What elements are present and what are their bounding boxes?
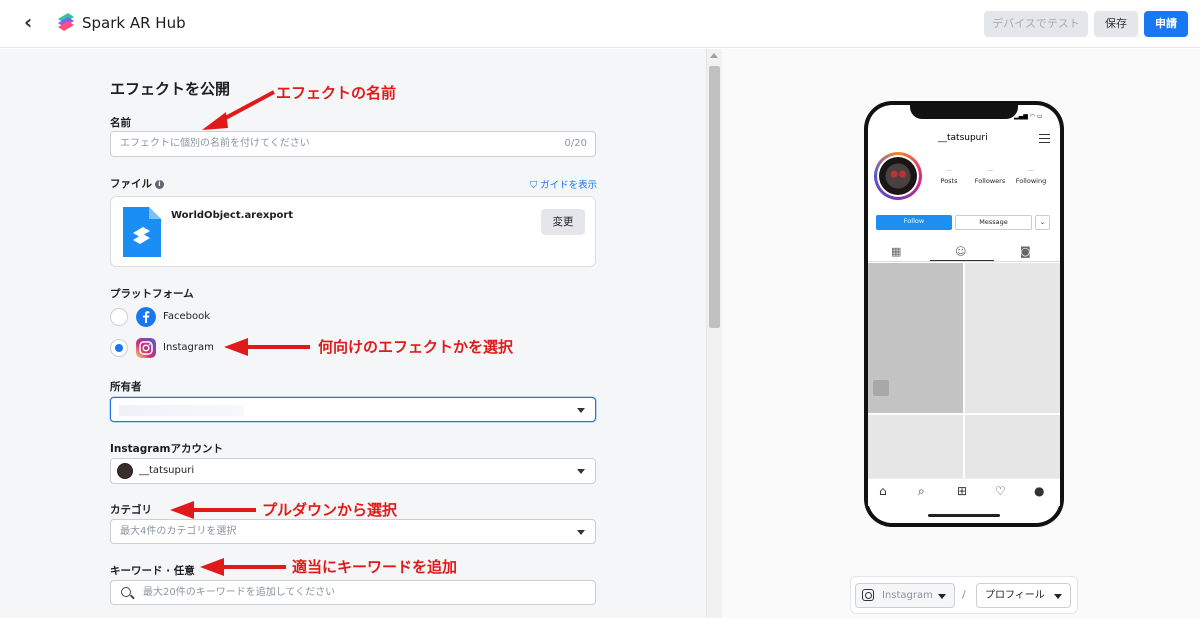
tagged-tab-icon: ◙ (1020, 245, 1031, 258)
grid-tab-icon: ▦ (891, 245, 902, 258)
instagram-option-label: Instagram (163, 342, 214, 353)
profile-avatar (879, 157, 917, 195)
phone-notch (910, 101, 1018, 119)
annotation-arrow-name (202, 90, 275, 130)
shield-check-icon: ⛉ (530, 180, 538, 191)
keywords-placeholder: 最大20件のキーワードを追加してください (143, 587, 336, 598)
annotation-keywords: 適当にキーワードを追加 (292, 558, 458, 576)
info-icon[interactable]: i (155, 180, 164, 189)
effect-name-placeholder: エフェクトに個別の名前を付けてください (120, 138, 310, 149)
message-button: Message (955, 215, 1032, 230)
file-label: ファイル i (110, 176, 164, 191)
profile-icon: ● (1034, 484, 1045, 498)
annotation-arrow-platform (224, 338, 310, 356)
facebook-option-label: Facebook (163, 311, 210, 322)
instagram-outline-icon (862, 589, 874, 601)
keywords-label: キーワード · 任意 (110, 565, 195, 577)
guide-link-text: ガイドを表示 (540, 180, 598, 191)
effects-tab-icon: ☺ (955, 245, 967, 258)
instagram-icon (136, 338, 156, 358)
form-scrollbar-thumb[interactable] (709, 66, 720, 328)
caret-down-icon (938, 594, 946, 599)
category-dropdown[interactable]: 最大4件のカテゴリを選択 (110, 519, 596, 544)
stat-following-label: Following (1015, 177, 1047, 185)
heart-icon: ♡ (995, 484, 1006, 498)
instagram-radio[interactable] (110, 339, 128, 357)
account-avatar (117, 463, 133, 479)
scroll-up-arrow-icon[interactable] (710, 53, 718, 58)
name-label: 名前 (110, 117, 131, 129)
facebook-icon (136, 307, 156, 327)
name-char-counter: 0/20 (564, 138, 587, 149)
instagram-account-value: __tatsupuri (139, 465, 195, 476)
caret-down-icon (577, 469, 585, 474)
stat-followers-label: Followers (974, 177, 1006, 185)
file-name: WorldObject.arexport (171, 210, 294, 221)
effect-name-input[interactable]: エフェクトに個別の名前を付けてください 0/20 (110, 131, 596, 157)
annotation-category: プルダウンから選択 (262, 501, 398, 519)
stat-following-value: — (1027, 166, 1035, 174)
preview-username: __tatsupuri (938, 133, 988, 143)
effect-thumbnail (873, 380, 889, 396)
annotation-arrow-keywords (200, 558, 286, 576)
search-icon (121, 587, 131, 597)
preview-platform-value: Instagram (882, 590, 933, 601)
keywords-input[interactable]: 最大20件のキーワードを追加してください (110, 580, 596, 605)
home-indicator (928, 514, 1000, 517)
spark-ar-logo-icon (58, 13, 74, 31)
active-tab-underline (930, 260, 994, 261)
back-chevron-icon[interactable]: ‹ (24, 12, 44, 32)
add-post-icon: ⊞ (957, 484, 968, 498)
test-on-device-button[interactable]: デバイスでテスト (984, 11, 1088, 37)
follow-button: Follow (876, 215, 952, 230)
brand-title: Spark AR Hub (82, 14, 186, 32)
hamburger-menu-icon (1039, 134, 1050, 143)
category-label: カテゴリ (110, 504, 152, 516)
facebook-radio[interactable] (110, 308, 128, 326)
change-file-button[interactable]: 変更 (541, 209, 585, 235)
effect-grid-cell (965, 415, 1060, 478)
preview-view-value: プロフィール (985, 590, 1045, 601)
owner-label: 所有者 (110, 381, 142, 393)
status-bar-icons: ▂▄▆ ◠ ▭ (1014, 113, 1043, 120)
stat-posts-label: Posts (940, 177, 958, 185)
annotation-arrow-category (170, 501, 256, 519)
stat-posts-value: — (945, 166, 953, 174)
arexport-file-icon (123, 207, 161, 257)
instagram-account-label: Instagramアカウント (110, 443, 223, 455)
owner-dropdown[interactable] (110, 397, 596, 422)
select-separator: / (962, 588, 966, 601)
platform-label: プラットフォーム (110, 288, 194, 300)
effect-grid-cell (965, 263, 1060, 413)
category-placeholder: 最大4件のカテゴリを選択 (120, 526, 237, 537)
guide-link[interactable]: ⛉ ガイドを表示 (530, 177, 597, 191)
caret-down-icon (577, 530, 585, 535)
instagram-account-dropdown[interactable]: __tatsupuri (110, 458, 596, 484)
search-icon: ⌕ (918, 484, 925, 498)
caret-down-icon (1054, 594, 1062, 599)
file-card: WorldObject.arexport 変更 (110, 196, 596, 267)
redacted-owner-value (119, 405, 244, 416)
submit-button[interactable]: 申請 (1144, 11, 1188, 37)
effect-grid-cell (868, 415, 963, 478)
more-chevron-icon: ⌄ (1035, 215, 1050, 230)
home-icon: ⌂ (879, 484, 887, 498)
preview-view-select[interactable]: プロフィール (976, 583, 1071, 608)
annotation-name: エフェクトの名前 (276, 84, 397, 102)
annotation-platform: 何向けのエフェクトかを選択 (318, 338, 514, 356)
save-button[interactable]: 保存 (1094, 11, 1138, 37)
caret-down-icon (577, 408, 585, 413)
stat-followers-value: — (986, 166, 994, 174)
file-label-text: ファイル (110, 178, 152, 190)
